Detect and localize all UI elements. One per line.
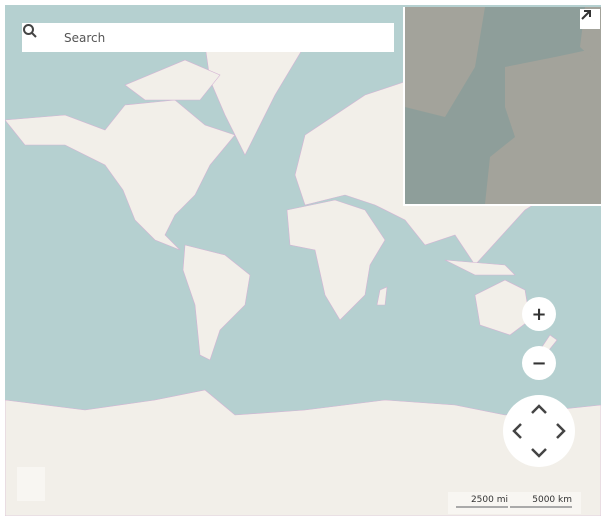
- north-america: [5, 99, 236, 251]
- layer-switcher-button[interactable]: [17, 467, 45, 501]
- scale-bar: 2500 mi 5000 km: [448, 492, 581, 514]
- expand-minimap-button[interactable]: [580, 9, 600, 29]
- minimap-tiles: [405, 7, 601, 204]
- pan-left-icon: [512, 423, 522, 439]
- pan-control[interactable]: [503, 395, 575, 467]
- search-box[interactable]: [22, 23, 394, 52]
- plus-icon: +: [531, 303, 547, 325]
- scale-imperial: 2500 mi: [456, 495, 508, 508]
- scale-metric: 5000 km: [510, 495, 572, 508]
- indonesia: [444, 259, 516, 276]
- pan-arrows-icon: [512, 404, 566, 458]
- arctic-islands: [124, 59, 221, 101]
- search-input[interactable]: [62, 29, 394, 46]
- africa: [286, 199, 386, 321]
- minus-icon: −: [531, 352, 547, 374]
- overview-minimap[interactable]: [403, 7, 601, 206]
- zoom-in-button[interactable]: +: [522, 297, 556, 331]
- zoom-out-button[interactable]: −: [522, 346, 556, 380]
- south-america: [182, 244, 251, 361]
- australia: [474, 279, 531, 336]
- madagascar: [376, 286, 388, 306]
- pan-up-icon: [531, 404, 547, 414]
- pan-right-icon: [556, 423, 566, 439]
- pan-down-icon: [531, 448, 547, 458]
